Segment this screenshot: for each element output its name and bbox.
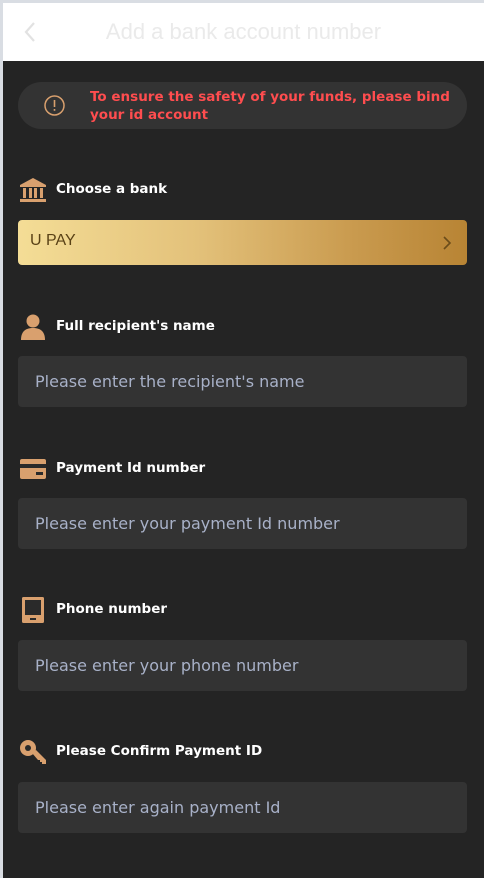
payment-id-label: Payment Id number xyxy=(56,460,206,476)
phone-label: Phone number xyxy=(56,601,168,617)
page-title: Add a bank account number xyxy=(105,19,382,44)
recipient-label: Full recipient's name xyxy=(56,318,215,334)
payment-id-field-box xyxy=(18,498,467,549)
confirm-payment-id-field[interactable] xyxy=(18,782,467,833)
recipient-name-field-box xyxy=(18,356,467,407)
key-icon xyxy=(20,740,46,764)
app-screen: Add a bank account number To ensure the … xyxy=(3,3,484,878)
phone-icon xyxy=(22,597,44,623)
bank-icon xyxy=(20,178,46,202)
selected-bank: U PAY xyxy=(30,232,76,249)
payment-id-field[interactable] xyxy=(18,498,467,549)
card-icon xyxy=(20,459,46,479)
user-icon xyxy=(21,314,45,340)
notice-text: To ensure the safety of your funds, plea… xyxy=(90,89,450,123)
bank-label: Choose a bank xyxy=(56,181,168,197)
confirm-id-label: Please Confirm Payment ID xyxy=(56,743,263,759)
bank-select[interactable]: U PAY xyxy=(18,220,467,265)
recipient-name-field[interactable] xyxy=(18,356,467,407)
chevron-left-icon xyxy=(24,22,35,42)
back-button[interactable] xyxy=(19,19,43,45)
header-bar: Add a bank account number xyxy=(3,3,484,61)
alert-circle-icon xyxy=(44,95,65,116)
phone-field-box xyxy=(18,640,467,691)
confirm-id-field-box xyxy=(18,782,467,833)
safety-notice: To ensure the safety of your funds, plea… xyxy=(18,82,467,129)
phone-field[interactable] xyxy=(18,640,467,691)
chevron-right-icon xyxy=(443,236,452,250)
